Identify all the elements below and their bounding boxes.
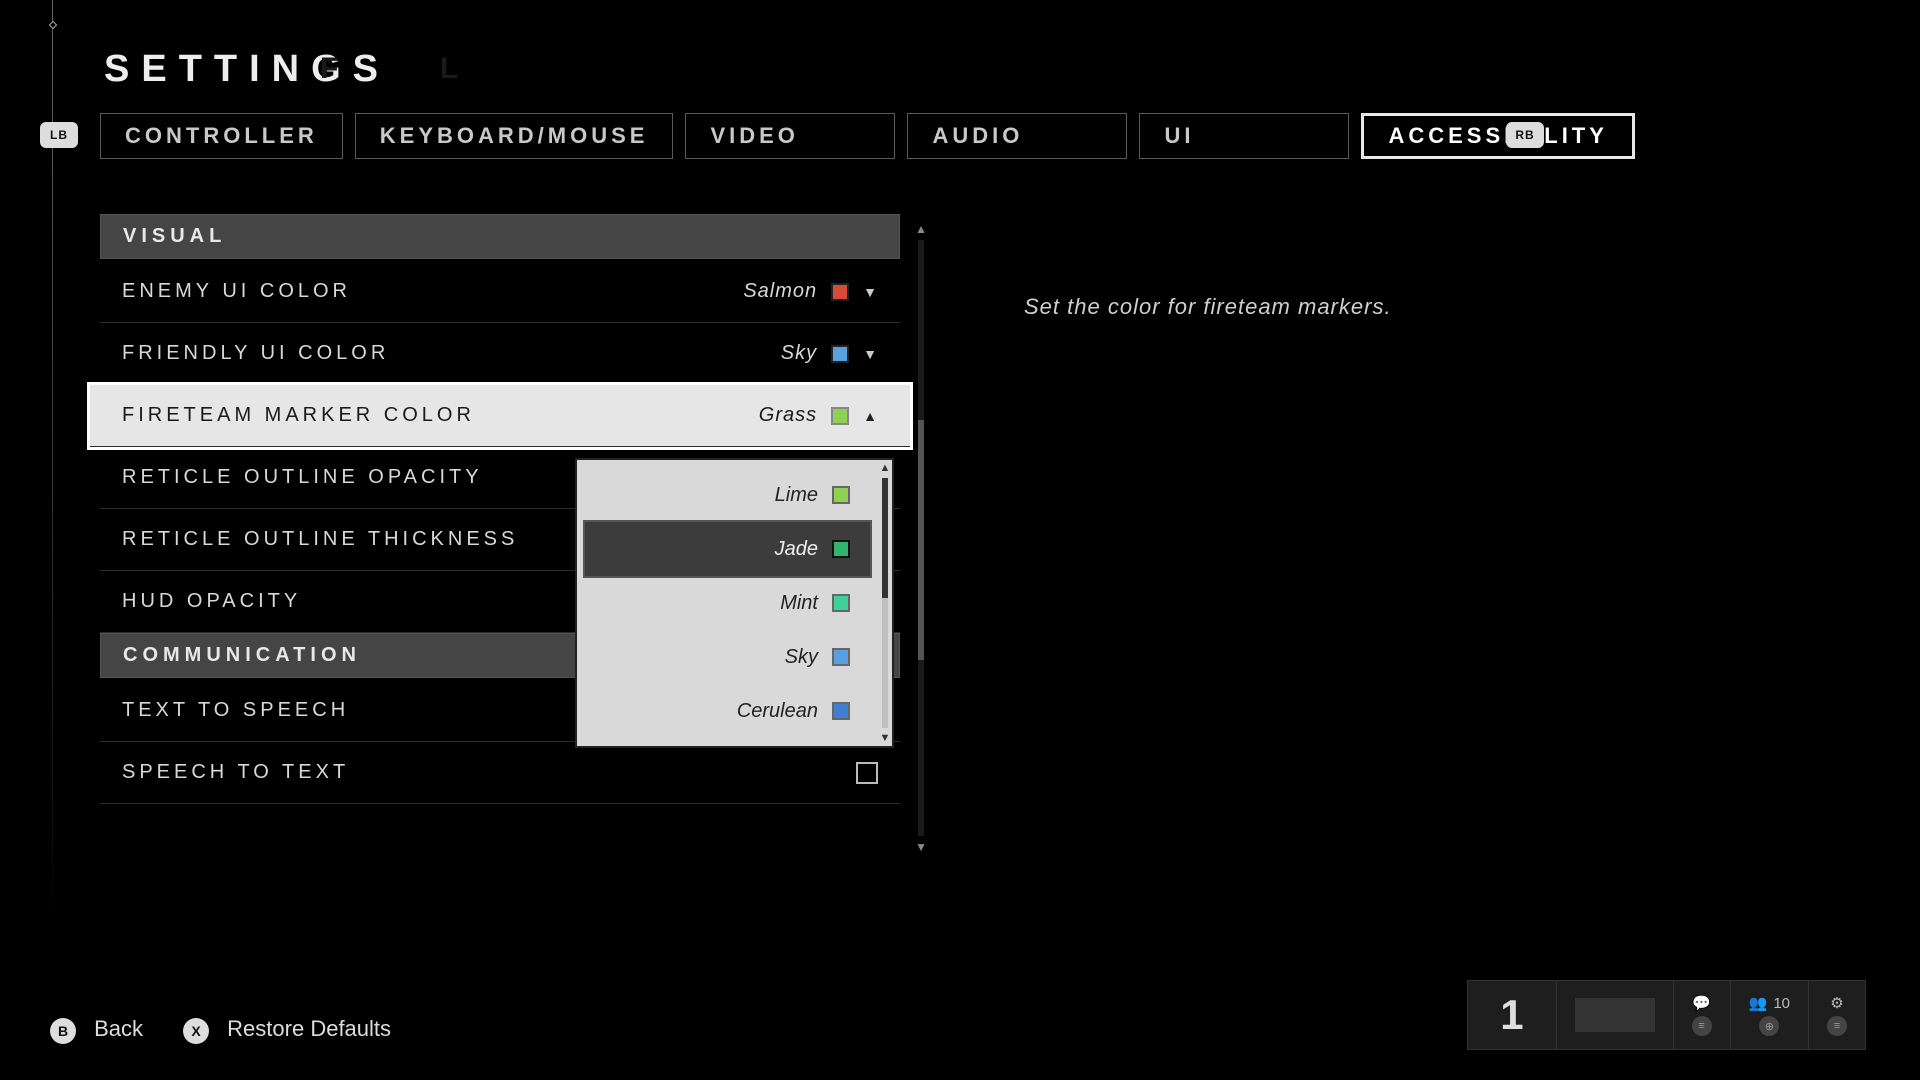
fireteam-color-dropdown: Lime Jade Mint Sky Cerulean ▲ ▼ <box>575 458 894 748</box>
option-label: Jade <box>775 538 818 561</box>
fireteam-size[interactable]: 1 <box>1468 981 1555 1049</box>
rule-node <box>49 21 57 29</box>
dropdown-item-cerulean[interactable]: Cerulean <box>585 684 870 738</box>
color-swatch <box>832 486 850 504</box>
party-count: 10 <box>1773 995 1790 1012</box>
color-swatch <box>832 540 850 558</box>
chevron-down-icon: ▼ <box>880 732 891 744</box>
back-label: Back <box>94 1016 143 1041</box>
color-swatch <box>831 345 849 363</box>
section-visual: VISUAL <box>100 214 900 259</box>
tab-ui[interactable]: UI <box>1139 113 1349 159</box>
tab-video[interactable]: VIDEO <box>685 113 895 159</box>
chevron-down-icon: ▼ <box>863 346 878 362</box>
row-value: Sky <box>781 342 817 365</box>
restore-label: Restore Defaults <box>227 1016 391 1041</box>
row-label: FIRETEAM MARKER COLOR <box>122 404 475 427</box>
footer-prompts: B Back X Restore Defaults <box>50 1016 391 1044</box>
option-label: Mint <box>780 592 818 615</box>
row-fireteam-marker-color[interactable]: FIRETEAM MARKER COLOR Grass ▲ <box>90 385 910 447</box>
back-prompt[interactable]: B Back <box>50 1016 143 1044</box>
option-label: Sky <box>785 646 818 669</box>
scroll-track <box>882 478 888 728</box>
ghost-text-right <box>1842 55 1850 76</box>
row-label: RETICLE OUTLINE THICKNESS <box>122 528 518 551</box>
row-value: Grass <box>759 404 817 427</box>
row-label: FRIENDLY UI COLOR <box>122 342 389 365</box>
chevron-up-icon: ▲ <box>880 462 891 474</box>
tab-audio[interactable]: AUDIO <box>907 113 1127 159</box>
option-label: Cerulean <box>737 700 818 723</box>
dropdown-item-lime[interactable]: Lime <box>585 468 870 522</box>
bumper-left[interactable]: LB <box>40 122 78 148</box>
setting-description: Set the color for fireteam markers. <box>1024 294 1392 320</box>
row-label: RETICLE OUTLINE OPACITY <box>122 466 483 489</box>
color-swatch <box>832 648 850 666</box>
row-label: SPEECH TO TEXT <box>122 761 349 784</box>
scroll-track <box>918 240 924 836</box>
dropdown-item-jade[interactable]: Jade <box>585 522 870 576</box>
bumper-right[interactable]: RB <box>1506 122 1544 148</box>
chevron-down-icon: ▼ <box>915 840 927 854</box>
dropdown-scrollbar[interactable]: ▲ ▼ <box>878 460 892 746</box>
row-enemy-ui-color[interactable]: ENEMY UI COLOR Salmon ▼ <box>100 261 900 323</box>
checkbox[interactable] <box>856 762 878 784</box>
chevron-up-icon: ▲ <box>915 222 927 236</box>
restore-defaults-prompt[interactable]: X Restore Defaults <box>183 1016 391 1044</box>
list-scrollbar[interactable]: ▲ ▼ <box>916 222 926 854</box>
status-dot: ≡ <box>1692 1016 1712 1036</box>
settings-button[interactable]: ⚙ ≡ <box>1808 981 1865 1049</box>
status-dot: ≡ <box>1827 1016 1847 1036</box>
ghost-text-top: F L <box>320 52 468 86</box>
row-label: ENEMY UI COLOR <box>122 280 351 303</box>
chevron-up-icon: ▲ <box>863 408 878 424</box>
color-swatch <box>831 283 849 301</box>
scroll-thumb[interactable] <box>918 420 924 660</box>
color-swatch <box>831 407 849 425</box>
social-widget: 1 💬 ≡ 👥 10 ⊕ ⚙ ≡ <box>1467 980 1866 1050</box>
row-label: HUD OPACITY <box>122 590 301 613</box>
tab-keyboard-mouse[interactable]: KEYBOARD/MOUSE <box>355 113 674 159</box>
row-label: TEXT TO SPEECH <box>122 699 349 722</box>
gear-icon: ⚙ <box>1830 994 1843 1012</box>
party-button[interactable]: 👥 10 ⊕ <box>1730 981 1808 1049</box>
chat-button[interactable]: 💬 ≡ <box>1673 981 1730 1049</box>
fireteam-count: 1 <box>1486 991 1537 1039</box>
people-icon: 👥 <box>1749 994 1768 1012</box>
fireteam-bar <box>1556 981 1673 1049</box>
chat-icon: 💬 <box>1692 994 1711 1012</box>
dropdown-item-mint[interactable]: Mint <box>585 576 870 630</box>
keycap-x: X <box>183 1018 209 1044</box>
dropdown-item-sky[interactable]: Sky <box>585 630 870 684</box>
scroll-thumb[interactable] <box>882 478 888 598</box>
chevron-down-icon: ▼ <box>863 284 878 300</box>
tab-row: CONTROLLER KEYBOARD/MOUSE VIDEO AUDIO UI… <box>100 113 1635 159</box>
status-dot: ⊕ <box>1759 1016 1779 1036</box>
tab-accessibility[interactable]: ACCESSIBILITY <box>1361 113 1634 159</box>
row-friendly-ui-color[interactable]: FRIENDLY UI COLOR Sky ▼ <box>100 323 900 385</box>
tab-controller[interactable]: CONTROLLER <box>100 113 343 159</box>
option-label: Lime <box>775 484 818 507</box>
row-speech-to-text[interactable]: SPEECH TO TEXT <box>100 742 900 804</box>
row-value: Salmon <box>743 280 817 303</box>
color-swatch <box>832 594 850 612</box>
color-swatch <box>832 702 850 720</box>
keycap-b: B <box>50 1018 76 1044</box>
